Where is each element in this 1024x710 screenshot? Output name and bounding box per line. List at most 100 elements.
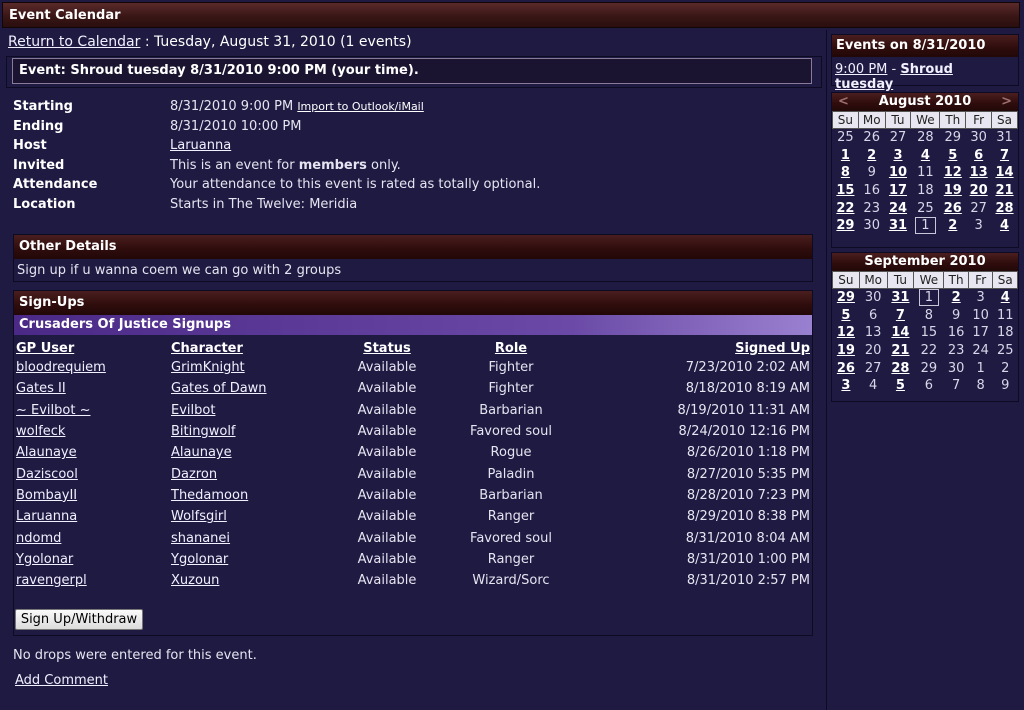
- prev-month-icon[interactable]: <: [838, 93, 849, 111]
- host-link[interactable]: Laruanna: [170, 138, 231, 153]
- character-link[interactable]: Alaunaye: [171, 445, 232, 460]
- event-time-link[interactable]: 9:00 PM: [835, 62, 887, 77]
- calendar-day[interactable]: 2: [858, 147, 885, 165]
- gp-user-link[interactable]: ravengerpl: [16, 573, 87, 588]
- calendar-day[interactable]: 26: [940, 199, 966, 217]
- calendar-day[interactable]: 8: [968, 377, 993, 395]
- calendar-day[interactable]: 9: [944, 307, 969, 325]
- calendar-day[interactable]: 31: [885, 217, 911, 235]
- calendar-day[interactable]: 3: [885, 147, 911, 165]
- calendar-day[interactable]: 29: [833, 289, 860, 307]
- calendar-day[interactable]: 22: [914, 342, 944, 360]
- character-link[interactable]: Wolfsgirl: [171, 509, 227, 524]
- calendar-day[interactable]: 9: [993, 377, 1018, 395]
- calendar-day[interactable]: 16: [858, 182, 885, 200]
- character-link[interactable]: Thedamoon: [171, 488, 248, 503]
- calendar-day[interactable]: 6: [966, 147, 992, 165]
- calendar-day[interactable]: 27: [966, 199, 992, 217]
- calendar-day[interactable]: 18: [993, 324, 1018, 342]
- calendar-day[interactable]: 11: [993, 307, 1018, 325]
- calendar-day[interactable]: 30: [966, 129, 992, 147]
- return-to-calendar-link[interactable]: Return to Calendar: [8, 34, 140, 50]
- calendar-day[interactable]: 2: [940, 217, 966, 235]
- calendar-day[interactable]: 2: [944, 289, 969, 307]
- gp-user-link[interactable]: Daziscool: [16, 467, 78, 482]
- character-link[interactable]: Bitingwolf: [171, 424, 236, 439]
- calendar-day[interactable]: 25: [993, 342, 1018, 360]
- col-signed-up[interactable]: Signed Up: [569, 339, 812, 357]
- character-link[interactable]: Xuzoun: [171, 573, 219, 588]
- character-link[interactable]: GrimKnight: [171, 360, 245, 375]
- col-gp-user[interactable]: GP User: [14, 339, 171, 357]
- calendar-day[interactable]: 12: [833, 324, 860, 342]
- gp-user-link[interactable]: Gates II: [16, 381, 66, 396]
- calendar-day[interactable]: 14: [992, 164, 1018, 182]
- calendar-day[interactable]: 30: [944, 359, 969, 377]
- calendar-day[interactable]: 29: [914, 359, 944, 377]
- calendar-day[interactable]: 20: [966, 182, 992, 200]
- calendar-day[interactable]: 7: [887, 307, 914, 325]
- calendar-day[interactable]: 2: [993, 359, 1018, 377]
- calendar-day[interactable]: 5: [887, 377, 914, 395]
- calendar-day[interactable]: 28: [887, 359, 914, 377]
- calendar-day[interactable]: 4: [911, 147, 940, 165]
- calendar-day[interactable]: 3: [833, 377, 860, 395]
- calendar-day[interactable]: 6: [859, 307, 887, 325]
- calendar-day[interactable]: 14: [887, 324, 914, 342]
- signup-withdraw-button[interactable]: Sign Up/Withdraw: [15, 609, 143, 630]
- character-link[interactable]: Evilbot: [171, 403, 215, 418]
- col-character[interactable]: Character: [171, 339, 321, 357]
- col-role[interactable]: Role: [453, 339, 569, 357]
- calendar-day[interactable]: 1: [914, 289, 944, 307]
- calendar-day[interactable]: 10: [885, 164, 911, 182]
- calendar-day[interactable]: 21: [992, 182, 1018, 200]
- calendar-day[interactable]: 24: [968, 342, 993, 360]
- calendar-day[interactable]: 29: [940, 129, 966, 147]
- character-link[interactable]: Dazron: [171, 467, 217, 482]
- calendar-day[interactable]: 7: [992, 147, 1018, 165]
- calendar-day[interactable]: 28: [992, 199, 1018, 217]
- calendar-day[interactable]: 17: [968, 324, 993, 342]
- calendar-day[interactable]: 9: [858, 164, 885, 182]
- col-status[interactable]: Status: [321, 339, 453, 357]
- calendar-day[interactable]: 11: [911, 164, 940, 182]
- calendar-day[interactable]: 16: [944, 324, 969, 342]
- calendar-day[interactable]: 27: [885, 129, 911, 147]
- calendar-day[interactable]: 4: [992, 217, 1018, 235]
- calendar-day[interactable]: 13: [859, 324, 887, 342]
- calendar-day[interactable]: 25: [911, 199, 940, 217]
- gp-user-link[interactable]: Alaunaye: [16, 445, 77, 460]
- gp-user-link[interactable]: BombayII: [16, 488, 77, 503]
- calendar-day[interactable]: 19: [833, 342, 860, 360]
- gp-user-link[interactable]: ndomd: [16, 531, 61, 546]
- calendar-day[interactable]: 7: [944, 377, 969, 395]
- calendar-day[interactable]: 10: [968, 307, 993, 325]
- add-comment-link[interactable]: Add Comment: [15, 673, 108, 688]
- calendar-day[interactable]: 15: [833, 182, 859, 200]
- calendar-day[interactable]: 24: [885, 199, 911, 217]
- character-link[interactable]: Gates of Dawn: [171, 381, 267, 396]
- calendar-day[interactable]: 18: [911, 182, 940, 200]
- calendar-day[interactable]: 21: [887, 342, 914, 360]
- calendar-day[interactable]: 5: [833, 307, 860, 325]
- character-link[interactable]: Ygolonar: [171, 552, 228, 567]
- calendar-day[interactable]: 6: [914, 377, 944, 395]
- gp-user-link[interactable]: wolfeck: [16, 424, 65, 439]
- calendar-day[interactable]: 26: [858, 129, 885, 147]
- calendar-day[interactable]: 13: [966, 164, 992, 182]
- calendar-day[interactable]: 31: [887, 289, 914, 307]
- calendar-day[interactable]: 20: [859, 342, 887, 360]
- calendar-day[interactable]: 1: [833, 147, 859, 165]
- calendar-day[interactable]: 30: [859, 289, 887, 307]
- calendar-day[interactable]: 17: [885, 182, 911, 200]
- calendar-day[interactable]: 30: [858, 217, 885, 235]
- calendar-day[interactable]: 1: [911, 217, 940, 235]
- character-link[interactable]: shananei: [171, 531, 230, 546]
- calendar-day[interactable]: 29: [833, 217, 859, 235]
- calendar-day[interactable]: 4: [993, 289, 1018, 307]
- gp-user-link[interactable]: Laruanna: [16, 509, 77, 524]
- calendar-day[interactable]: 25: [833, 129, 859, 147]
- calendar-day[interactable]: 1: [968, 359, 993, 377]
- calendar-day[interactable]: 8: [833, 164, 859, 182]
- calendar-day[interactable]: 4: [859, 377, 887, 395]
